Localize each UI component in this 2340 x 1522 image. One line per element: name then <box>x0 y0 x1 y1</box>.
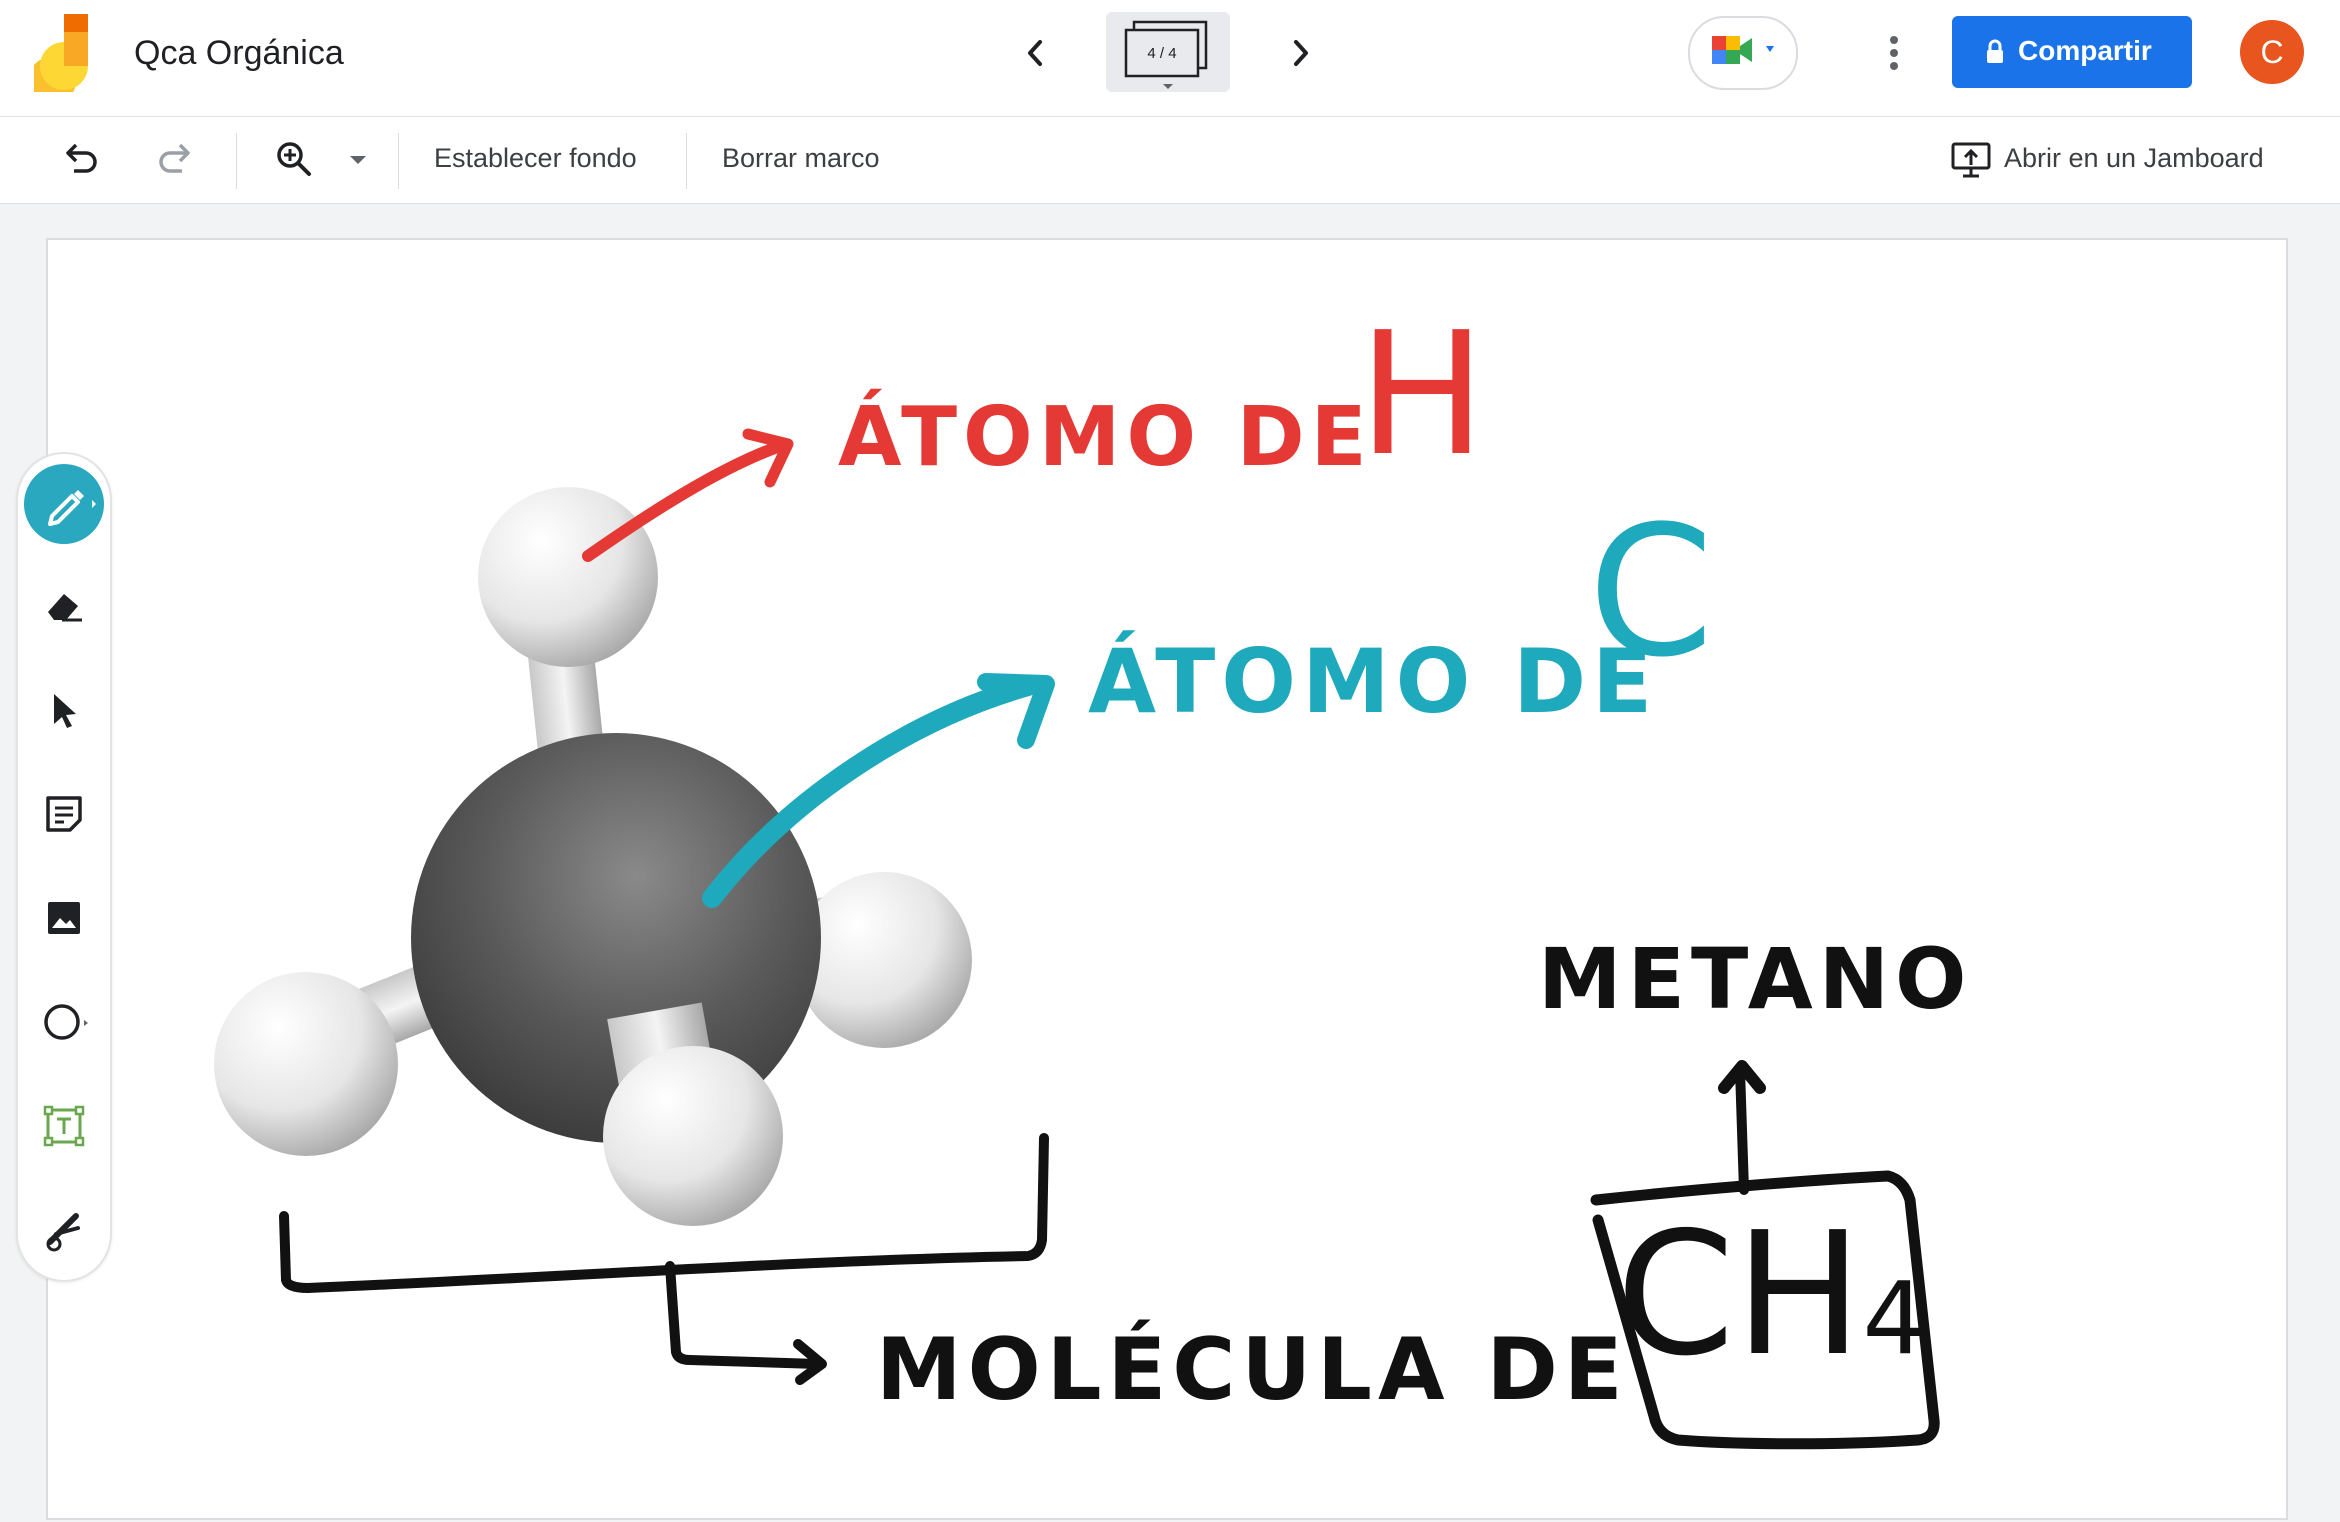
user-avatar[interactable]: C <box>2240 20 2304 84</box>
share-label: Compartir <box>2018 35 2152 66</box>
sticky-note-tool[interactable] <box>38 788 90 840</box>
hydrogen-atom-bottom <box>603 1046 783 1226</box>
google-meet-icon <box>1712 36 1774 64</box>
laser-pointer-icon <box>46 1213 80 1252</box>
methane-formula[interactable]: CH4 <box>1616 1210 1926 1380</box>
next-frame-button[interactable] <box>1276 28 1326 78</box>
previous-frame-button[interactable] <box>1010 28 1060 78</box>
zoom-button[interactable] <box>272 137 316 181</box>
redo-icon <box>159 143 190 173</box>
methane-3d-model[interactable] <box>214 487 972 1226</box>
select-tool[interactable] <box>38 684 90 736</box>
set-background-button[interactable]: Establecer fondo <box>434 143 637 174</box>
share-button[interactable]: Compartir <box>1952 16 2192 88</box>
chevron-right-icon <box>1294 40 1308 66</box>
hydrogen-atom-left <box>214 972 398 1156</box>
redo-button[interactable] <box>154 137 198 181</box>
open-in-jamboard-label: Abrir en un Jamboard <box>2004 143 2264 173</box>
undo-button[interactable] <box>58 137 102 181</box>
sticky-note-icon <box>46 796 82 832</box>
formula-main: CH <box>1616 1196 1863 1394</box>
document-title[interactable]: Qca Orgánica <box>134 34 344 73</box>
dropdown-arrow-icon <box>1766 46 1774 52</box>
hydrogen-arrow[interactable] <box>582 428 794 562</box>
eraser-icon <box>48 594 82 622</box>
text-box-tool[interactable] <box>38 1100 90 1152</box>
clear-frame-button[interactable]: Borrar marco <box>722 143 880 174</box>
frame-bar-button[interactable]: 4 / 4 <box>1106 12 1230 92</box>
toolbar-divider <box>686 133 687 189</box>
edit-toolbar: Establecer fondo Borrar marco Abrir en u… <box>0 117 2340 204</box>
toolbar-divider <box>236 133 237 189</box>
hydrogen-atom-label[interactable]: ÁTOMO DE <box>838 390 1373 485</box>
image-tool[interactable] <box>38 892 90 944</box>
eraser-tool[interactable] <box>38 580 90 632</box>
image-icon <box>48 902 80 934</box>
hydrogen-atom-top <box>478 487 658 667</box>
more-vert-icon <box>1890 36 1898 70</box>
zoom-dropdown[interactable] <box>338 137 378 181</box>
hydrogen-atom-right <box>796 872 972 1048</box>
hydrogen-symbol[interactable]: H <box>1358 296 1486 494</box>
carbon-symbol[interactable]: C <box>1588 488 1714 697</box>
carbon-atom-label[interactable]: ÁTOMO DE <box>1088 630 1658 733</box>
pen-tool[interactable] <box>24 464 104 544</box>
more-options-button[interactable] <box>1874 30 1914 76</box>
present-to-device-icon <box>1951 142 1991 178</box>
methane-label[interactable]: METANO <box>1538 930 1972 1028</box>
caret-down-icon <box>350 156 366 164</box>
undo-icon <box>66 143 97 173</box>
tool-palette <box>16 452 112 1282</box>
top-bar: Qca Orgánica 4 / 4 Compartir C <box>0 0 2340 117</box>
pen-icon <box>48 490 96 526</box>
circle-shape-icon <box>44 1004 88 1040</box>
cursor-arrow-icon <box>54 694 76 728</box>
zoom-in-icon <box>277 142 311 176</box>
laser-tool[interactable] <box>38 1204 90 1256</box>
frame-counter: 4 / 4 <box>1147 45 1177 62</box>
chevron-left-icon <box>1028 40 1042 66</box>
whiteboard-canvas[interactable]: ÁTOMO DE H ÁTOMO DE C METANO MOLÉCULA DE… <box>46 238 2288 1520</box>
lock-icon <box>1987 39 2003 63</box>
meet-button[interactable] <box>1688 16 1798 90</box>
toolbar-divider <box>398 133 399 189</box>
text-box-icon <box>43 1105 85 1147</box>
formula-subscript: 4 <box>1862 1260 1927 1377</box>
jamboard-logo[interactable] <box>28 14 94 105</box>
molecule-label[interactable]: MOLÉCULA DE <box>876 1320 1629 1420</box>
shape-tool[interactable] <box>38 996 90 1048</box>
